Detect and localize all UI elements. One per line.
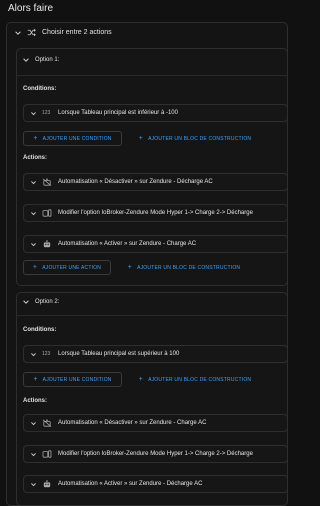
option-2-header[interactable]: Option 2: <box>22 298 59 306</box>
add-condition-label: AJOUTER UNE CONDITION <box>42 135 112 142</box>
page-title: Alors faire <box>8 3 54 14</box>
condition-text: Lorsque Tableau principal est supérieur … <box>58 351 180 357</box>
choose-label: Choisir entre 2 actions <box>42 29 112 36</box>
add-block-button[interactable]: + AJOUTER UN BLOC DE CONSTRUCTION <box>114 260 254 275</box>
add-condition-label: AJOUTER UNE CONDITION <box>42 376 112 383</box>
action-row[interactable]: Modifier l'option IoBroker-Zendure Mode … <box>23 204 288 222</box>
conditions-label: Conditions: <box>23 327 57 333</box>
chevron-down-icon[interactable] <box>30 420 37 427</box>
option-1-header[interactable]: Option 1: <box>22 56 59 64</box>
numeric-icon: 123 <box>42 110 51 116</box>
action-row[interactable]: Modifier l'option IoBroker-Zendure Mode … <box>23 445 288 463</box>
plus-icon: + <box>138 135 144 142</box>
action-text: Automatisation « Désactiver » sur Zendur… <box>58 179 213 185</box>
robot-off-icon <box>42 419 52 427</box>
action-text: Modifier l'option IoBroker-Zendure Mode … <box>58 451 253 457</box>
device-icon <box>42 450 52 458</box>
device-icon <box>42 209 52 217</box>
option-1-title: Option 1: <box>35 57 60 63</box>
action-text: Automatisation « Désactiver » sur Zendur… <box>58 420 207 426</box>
condition-buttons: + AJOUTER UNE CONDITION + AJOUTER UN BLO… <box>23 131 265 146</box>
add-action-button[interactable]: + AJOUTER UNE ACTION <box>23 260 111 275</box>
add-block-button[interactable]: + AJOUTER UN BLOC DE CONSTRUCTION <box>125 131 265 146</box>
chevron-down-icon[interactable] <box>30 210 37 217</box>
chevron-down-icon[interactable] <box>30 351 37 358</box>
condition-text: Lorsque Tableau principal est inférieur … <box>58 110 178 116</box>
robot-icon <box>42 480 52 488</box>
divider <box>16 315 288 316</box>
action-buttons: + AJOUTER UNE ACTION + AJOUTER UN BLOC D… <box>23 260 254 275</box>
plus-icon: + <box>33 135 38 142</box>
action-text: Automatisation « Activer » sur Zendure -… <box>58 481 203 487</box>
add-block-label: AJOUTER UN BLOC DE CONSTRUCTION <box>148 376 252 383</box>
chevron-down-icon[interactable] <box>30 110 37 117</box>
action-row[interactable]: Automatisation « Désactiver » sur Zendur… <box>23 173 288 191</box>
plus-icon: + <box>32 264 38 271</box>
plus-icon: + <box>33 376 38 383</box>
condition-row[interactable]: 123 Lorsque Tableau principal est supéri… <box>23 345 288 363</box>
robot-off-icon <box>42 178 52 186</box>
action-row[interactable]: Automatisation « Désactiver » sur Zendur… <box>23 414 288 432</box>
chevron-down-icon[interactable] <box>30 179 37 186</box>
chevron-down-icon[interactable] <box>30 451 37 458</box>
shuffle-icon <box>27 28 36 37</box>
condition-row[interactable]: 123 Lorsque Tableau principal est inféri… <box>23 104 288 122</box>
chevron-down-icon[interactable] <box>22 298 30 306</box>
chevron-down-icon[interactable] <box>14 29 22 37</box>
chevron-down-icon[interactable] <box>30 481 37 488</box>
actions-label: Actions: <box>23 155 47 161</box>
robot-icon <box>42 240 52 248</box>
divider <box>16 75 288 76</box>
add-condition-button[interactable]: + AJOUTER UNE CONDITION <box>23 131 122 146</box>
add-block-button[interactable]: + AJOUTER UN BLOC DE CONSTRUCTION <box>125 372 265 387</box>
option-2-block <box>16 292 288 506</box>
chevron-down-icon[interactable] <box>30 241 37 248</box>
add-action-label: AJOUTER UNE ACTION <box>42 264 102 271</box>
option-2-title: Option 2: <box>35 299 60 305</box>
action-row[interactable]: Automatisation « Activer » sur Zendure -… <box>23 475 288 493</box>
plus-icon: + <box>127 264 133 271</box>
action-text: Automatisation « Activer » sur Zendure -… <box>58 241 197 247</box>
action-row[interactable]: Automatisation « Activer » sur Zendure -… <box>23 235 288 253</box>
action-text: Modifier l'option IoBroker-Zendure Mode … <box>58 210 253 216</box>
actions-label: Actions: <box>23 398 47 404</box>
choose-header[interactable]: Choisir entre 2 actions <box>14 28 112 37</box>
add-condition-button[interactable]: + AJOUTER UNE CONDITION <box>23 372 122 387</box>
chevron-down-icon[interactable] <box>22 56 30 64</box>
condition-buttons: + AJOUTER UNE CONDITION + AJOUTER UN BLO… <box>23 372 265 387</box>
conditions-label: Conditions: <box>23 86 57 92</box>
numeric-icon: 123 <box>42 351 51 357</box>
plus-icon: + <box>138 376 144 383</box>
add-block-label: AJOUTER UN BLOC DE CONSTRUCTION <box>148 135 252 142</box>
add-block-label: AJOUTER UN BLOC DE CONSTRUCTION <box>137 264 241 271</box>
